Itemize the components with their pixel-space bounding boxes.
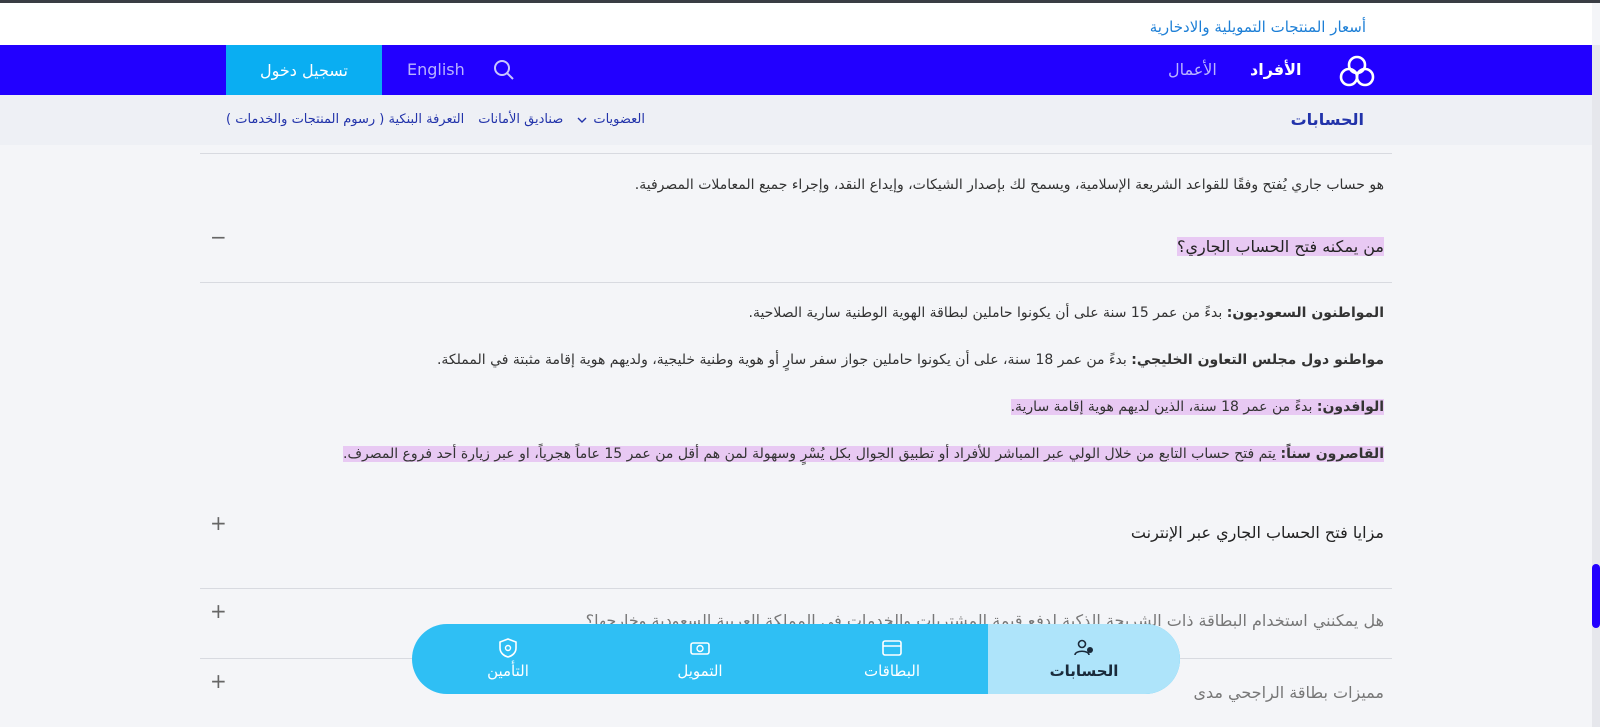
chevron-down-icon	[577, 117, 587, 123]
divider	[200, 282, 1392, 283]
faq-question-who-can-open[interactable]: من يمكنه فتح الحساب الجاري؟	[1177, 237, 1384, 256]
search-icon[interactable]	[493, 59, 515, 81]
finance-money-icon	[690, 642, 710, 655]
eligibility-saudi: المواطنون السعوديون: بدءً من عمر 15 سنة …	[748, 305, 1385, 321]
dock-insurance[interactable]: التأمين	[412, 624, 604, 694]
divider	[200, 153, 1392, 154]
nav-individuals[interactable]: الأفراد	[1250, 60, 1302, 79]
subnav-memberships[interactable]: العضويات	[577, 112, 645, 127]
divider	[200, 588, 1392, 589]
collapse-icon[interactable]: −	[210, 225, 227, 249]
subnav-tariff[interactable]: التعرفة البنكية ( رسوم المنتجات والخدمات…	[226, 112, 464, 127]
dock-finance[interactable]: التمويل	[604, 624, 796, 694]
nav-business[interactable]: الأعمال	[1168, 60, 1217, 79]
language-switch[interactable]: English	[407, 60, 465, 79]
main-navbar: الأفراد الأعمال English تسجيل دخول	[0, 45, 1592, 95]
dock-cards[interactable]: البطاقات	[796, 624, 988, 694]
expand-icon[interactable]: +	[210, 669, 227, 693]
intro-text: هو حساب جاري يُفتح وفقًا للقواعد الشريعة…	[634, 177, 1384, 193]
eligibility-expats: الوافدون: بدءً من عمر 18 سنة، الذين لديه…	[1010, 399, 1384, 415]
card-icon	[882, 640, 902, 656]
faq-question-online-benefits[interactable]: مزايا فتح الحساب الجاري عبر الإنترنت	[1131, 523, 1384, 542]
bank-logo-icon[interactable]	[1338, 54, 1376, 88]
dock-accounts[interactable]: الحسابات	[988, 624, 1180, 694]
prices-link[interactable]: أسعار المنتجات التمويلية والادخارية	[1150, 18, 1366, 36]
accounts-user-icon	[1074, 639, 1093, 656]
utility-bar: أسعار المنتجات التمويلية والادخارية	[0, 3, 1592, 45]
login-button[interactable]: تسجيل دخول	[226, 45, 382, 95]
sub-navbar: الحسابات العضويات صناديق الأمانات التعرف…	[0, 95, 1592, 145]
faq-question-mada-card[interactable]: مميزات بطاقة الراجحي مدى	[1193, 683, 1384, 702]
expand-icon[interactable]: +	[210, 599, 227, 623]
bottom-dock: التأمين التمويل البطاقات الحسابات	[412, 624, 1180, 694]
eligibility-gcc: مواطنو دول مجلس التعاون الخليجي: بدءً من…	[436, 352, 1384, 368]
insurance-shield-icon	[499, 638, 517, 658]
subnav-links: العضويات صناديق الأمانات التعرفة البنكية…	[226, 112, 645, 127]
subnav-safe-deposit[interactable]: صناديق الأمانات	[478, 112, 563, 127]
section-title[interactable]: الحسابات	[1291, 110, 1364, 129]
expand-icon[interactable]: +	[210, 511, 227, 535]
eligibility-minors: القاصرون سناً: يتم فتح حساب التابع من خل…	[343, 446, 1384, 462]
scrollbar-thumb[interactable]	[1592, 564, 1600, 628]
